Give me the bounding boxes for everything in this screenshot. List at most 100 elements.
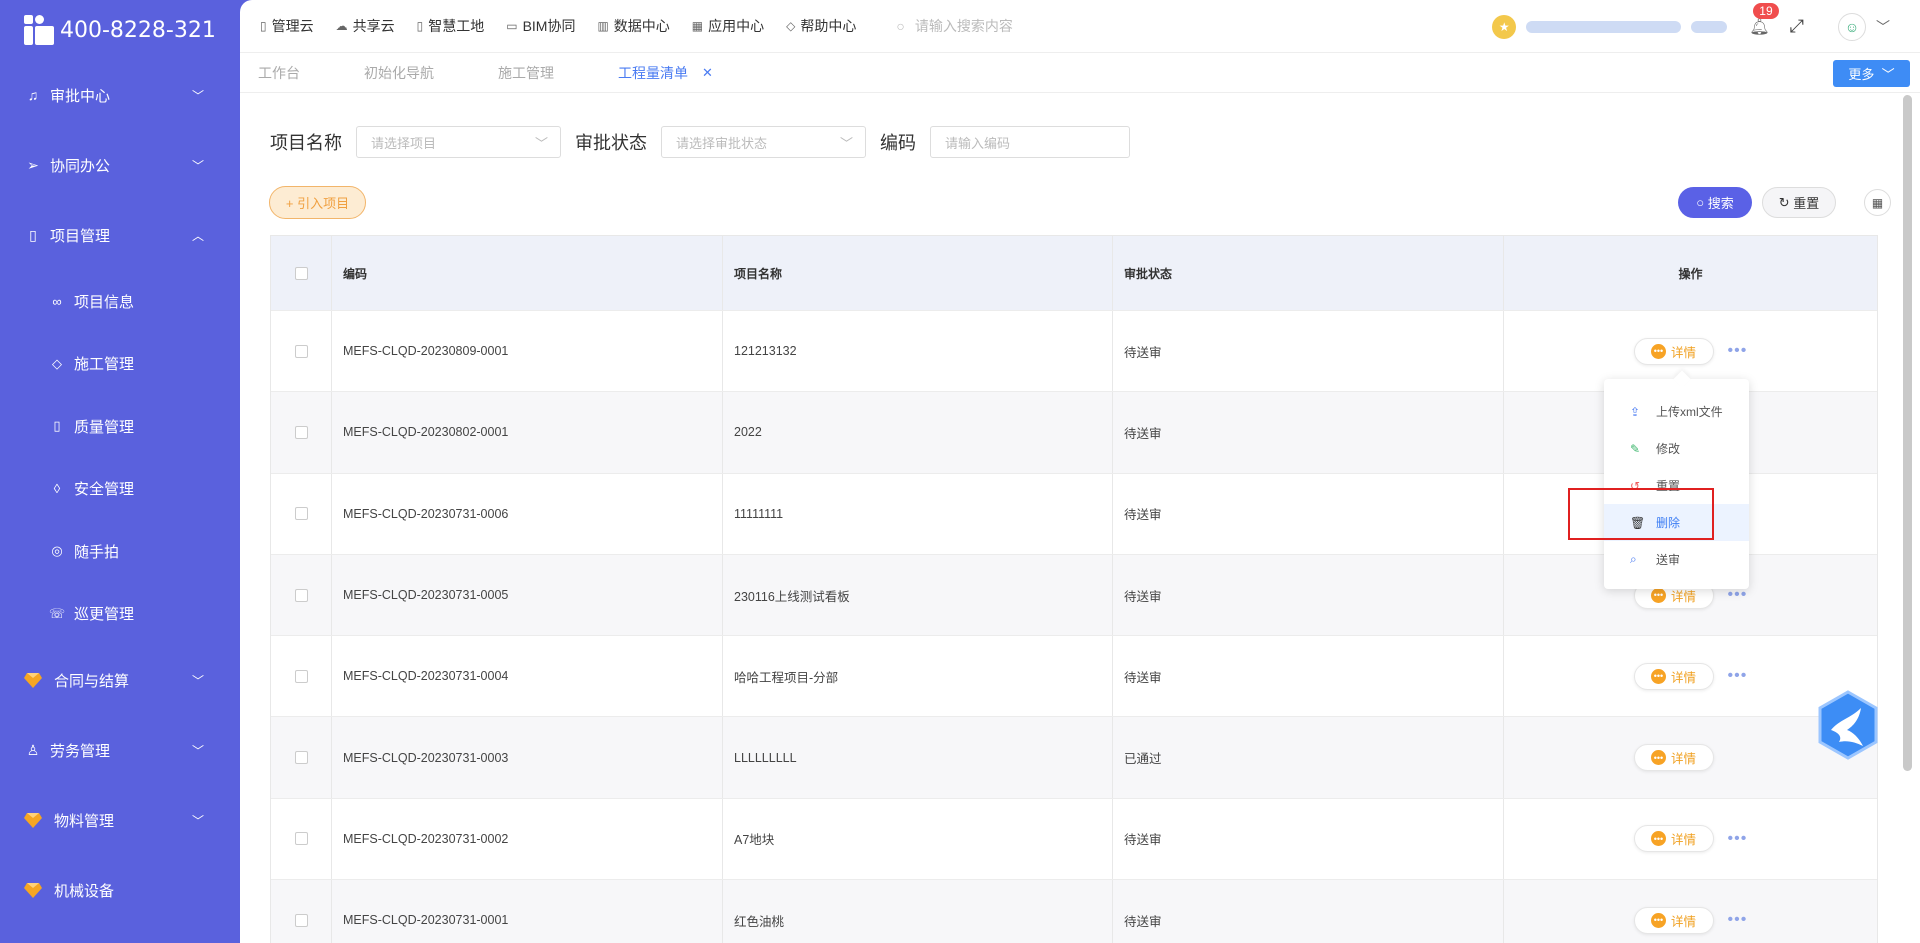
table-header: 编码 项目名称 审批状态 操作 [271,236,1877,310]
assistant-bird-icon[interactable] [1817,690,1879,760]
row-checkbox[interactable] [294,913,308,927]
topnav-management-cloud[interactable]: ▯ 管理云 [260,16,314,36]
sidebar-sub-patrol[interactable]: ☏ 巡更管理 [0,583,240,646]
sidebar-sub-construction[interactable]: ◇ 施工管理 [0,333,240,396]
gem-icon [24,813,42,828]
header-name: 项目名称 [723,236,1113,310]
notification-bell-icon[interactable]: 🔔︎ 19 [1749,2,1779,37]
camera-icon: ◎ [51,543,63,559]
more-dot-icon: ••• [1650,912,1666,928]
select-all-checkbox[interactable] [294,266,308,280]
diamond-icon: ◇ [786,19,796,33]
column-settings-icon[interactable]: ▦ [1864,189,1891,216]
glasses-icon: ∞ [52,293,62,309]
chevron-down-icon: ﹀ [191,813,204,828]
sidebar-item-approval[interactable]: ♫ 审批中心 ﹀ [0,60,240,130]
logo-icon [24,15,56,45]
more-ellipsis-icon[interactable]: ••• [1728,342,1748,360]
dropdown-upload-xml[interactable]: ⇪ 上传xml文件 [1604,393,1749,430]
sidebar: 400-8228-321 ♫ 审批中心 ﹀ ➢ 协同办公 ﹀ ▯ 项目管理 ︿ … [0,0,240,943]
notification-badge: 19 [1753,2,1779,19]
top-nav: ▯ 管理云 ☁ 共享云 ▯ 智慧工地 ▭ BIM协同 ▥ 数据中心 ▦ 应用中心 ◇ 帮助中心… [240,0,1920,53]
vertical-scrollbar[interactable] [1903,95,1912,771]
row-checkbox[interactable] [294,751,308,765]
more-ellipsis-icon[interactable]: ••• [1728,911,1748,929]
main-panel: ▯ 管理云 ☁ 共享云 ▯ 智慧工地 ▭ BIM协同 ▥ 数据中心 ▦ 应用中心 ◇ 帮助中心… [240,0,1920,943]
sidebar-item-material[interactable]: 物料管理 ﹀ [0,785,240,855]
shield-icon: ◊ [53,481,61,497]
topnav-bim[interactable]: ▭ BIM协同 [506,16,575,36]
detail-button[interactable]: ••• 详情 [1633,744,1714,772]
row-checkbox[interactable] [294,344,308,358]
row-checkbox[interactable] [294,507,308,521]
search-button[interactable]: ○ 搜索 [1678,187,1752,218]
approval-status-label: 审批状态 [575,133,647,153]
chevron-down-icon: ﹀ [191,673,204,688]
more-dot-icon: ••• [1650,668,1666,684]
chevron-down-icon: ﹀ [191,158,204,173]
row-checkbox[interactable] [294,588,308,602]
project-select[interactable]: 请选择项目 ﹀ [356,126,561,158]
more-button[interactable]: 更多 ﹀ [1833,60,1910,87]
chevron-down-icon: ﹀ [839,135,853,151]
send-icon: ➢ [27,156,39,173]
detail-button[interactable]: ••• 详情 [1633,662,1714,690]
doc-icon: ▯ [416,19,424,33]
sidebar-item-labor[interactable]: ♙ 劳务管理 ﹀ [0,715,240,785]
search-icon: ○ [896,18,905,34]
user-info-blurred [1526,20,1682,33]
user-icon: ♙ [26,741,40,758]
sidebar-sub-safety[interactable]: ◊ 安全管理 [0,458,240,521]
tab-construction[interactable]: 施工管理 [498,63,554,83]
avatar[interactable]: ☺ [1838,12,1866,41]
close-icon[interactable]: ✕ [702,65,713,81]
search-input[interactable]: 请输入搜索内容 [915,16,1013,36]
fullscreen-icon[interactable]: ⤢ [1790,16,1804,37]
import-project-button[interactable]: + 引入项目 [269,186,366,219]
sidebar-sub-quality[interactable]: ▯ 质量管理 [0,395,240,458]
more-dot-icon: ••• [1650,750,1666,766]
table-row: MEFS-CLQD-20230731-0004 哈哈工程项目-分部 待送审 ••… [271,635,1877,717]
brand-phone: 400-8228-321 [60,17,216,43]
more-dot-icon: ••• [1650,343,1666,359]
phone-icon: ☏ [48,605,66,621]
page-tabs: 工作台 初始化导航 施工管理 工程量清单 ✕ 更多 ﹀ [240,53,1920,93]
table-row: MEFS-CLQD-20230731-0002 A7地块 待送审 ••• 详情 ••… [271,797,1877,880]
approval-status-select[interactable]: 请选择审批状态 ﹀ [661,126,866,158]
code-input[interactable]: 请输入编码 [930,126,1130,158]
tab-workbench[interactable]: 工作台 [258,63,300,83]
tab-quantity-list[interactable]: 工程量清单 ✕ [618,63,713,83]
dropdown-edit[interactable]: ✎ 修改 [1604,430,1749,467]
more-ellipsis-icon[interactable]: ••• [1728,667,1748,685]
header-code: 编码 [332,236,723,310]
chevron-up-icon: ︿ [191,228,204,243]
dropdown-submit-review[interactable]: ⌕ 送审 [1604,541,1749,578]
sidebar-item-project[interactable]: ▯ 项目管理 ︿ [0,200,240,270]
topnav-help-center[interactable]: ◇ 帮助中心 [786,16,856,36]
sidebar-sub-project-info[interactable]: ∞ 项目信息 [0,270,240,333]
reset-button[interactable]: ↻ 重置 [1762,187,1836,218]
coin-icon[interactable]: ★ [1492,14,1517,39]
detail-button[interactable]: ••• 详情 [1633,825,1714,853]
topnav-data-center[interactable]: ▥ 数据中心 [597,16,669,36]
row-checkbox[interactable] [294,425,308,439]
edit-icon: ✎ [1630,441,1641,456]
global-search[interactable]: ○ 请输入搜索内容 [896,16,1012,36]
more-ellipsis-icon[interactable]: ••• [1728,830,1748,848]
topnav-smart-site[interactable]: ▯ 智慧工地 [417,16,485,36]
project-name-label: 项目名称 [270,133,342,153]
detail-button[interactable]: ••• 详情 [1633,906,1714,934]
row-checkbox[interactable] [294,832,308,846]
row-checkbox[interactable] [294,669,308,683]
sidebar-sub-snapshot[interactable]: ◎ 随手拍 [0,520,240,583]
user-info-blurred [1691,20,1728,33]
tab-init-nav[interactable]: 初始化导航 [364,63,434,83]
sidebar-item-machinery[interactable]: 机械设备 [0,855,240,925]
topnav-share-cloud[interactable]: ☁ 共享云 [336,16,395,36]
detail-button[interactable]: ••• 详情 [1633,337,1714,365]
topnav-app-center[interactable]: ▦ 应用中心 [692,16,764,36]
sidebar-item-collab[interactable]: ➢ 协同办公 ﹀ [0,130,240,200]
sidebar-item-contract[interactable]: 合同与结算 ﹀ [0,645,240,715]
chevron-down-icon[interactable]: ﹀ [1876,17,1890,37]
filter-bar: 项目名称 请选择项目 ﹀ 审批状态 请选择审批状态 ﹀ 编码 请输入编码 [270,126,1130,158]
